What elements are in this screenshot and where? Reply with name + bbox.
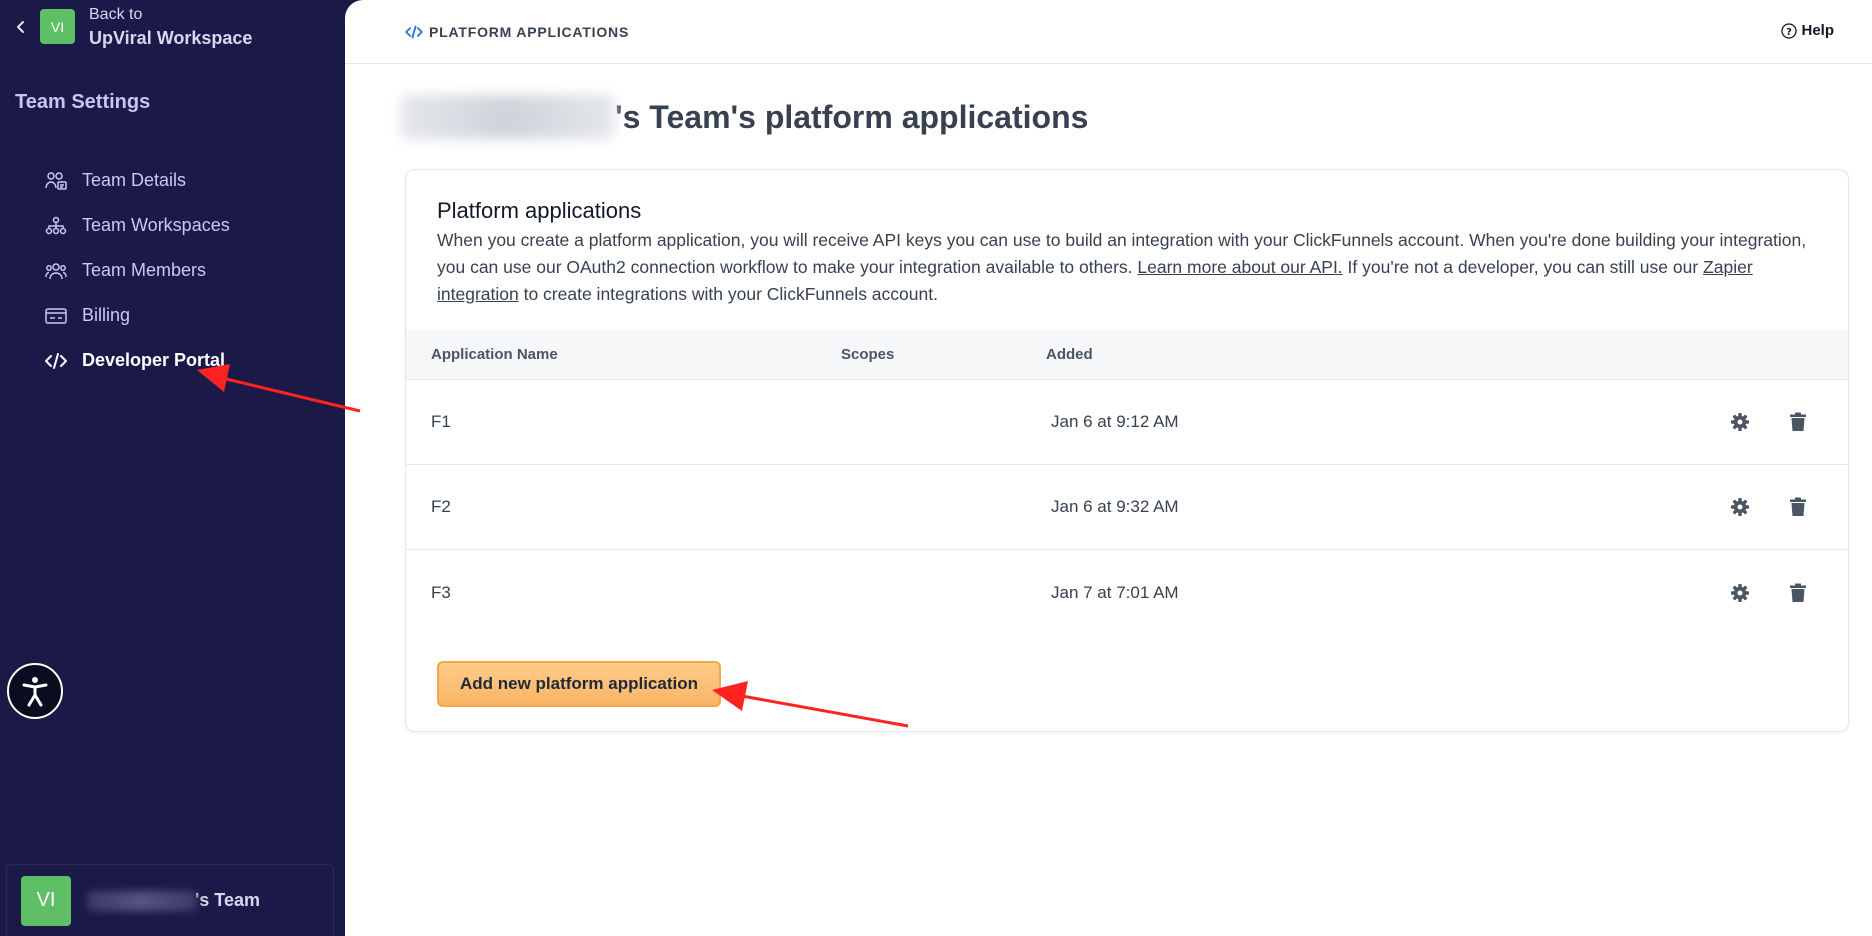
sidebar-title: Team Settings bbox=[15, 91, 151, 113]
trash-icon bbox=[1790, 497, 1806, 516]
column-header-scopes: Scopes bbox=[841, 346, 895, 363]
workspace-name: UpViral Workspace bbox=[89, 27, 253, 48]
code-icon bbox=[405, 25, 423, 39]
applications-table: Application Name Scopes Added F1 Jan 6 a… bbox=[406, 330, 1848, 635]
page-title: 's Team's platform applications bbox=[400, 95, 1088, 139]
accessibility-icon bbox=[22, 677, 48, 707]
card-description: When you create a platform application, … bbox=[437, 227, 1822, 308]
breadcrumb: PLATFORM APPLICATIONS bbox=[405, 24, 629, 40]
table-row: F1 Jan 6 at 9:12 AM bbox=[406, 380, 1848, 465]
question-circle-icon: ? bbox=[1781, 22, 1798, 39]
table-row: F2 Jan 6 at 9:32 AM bbox=[406, 465, 1848, 550]
help-label: Help bbox=[1801, 22, 1834, 39]
sidebar-item-team-details[interactable]: Team Details bbox=[44, 158, 230, 203]
redacted-team-name bbox=[400, 95, 615, 139]
sidebar-item-team-members[interactable]: Team Members bbox=[44, 248, 230, 293]
back-to-label: Back to bbox=[89, 6, 143, 23]
sidebar-item-billing[interactable]: Billing bbox=[44, 293, 230, 338]
team-details-icon bbox=[44, 169, 68, 193]
description-text: to create integrations with your ClickFu… bbox=[518, 284, 938, 304]
application-added: Jan 6 at 9:12 AM bbox=[1051, 412, 1179, 431]
code-icon bbox=[44, 349, 68, 373]
table-row: F3 Jan 7 at 7:01 AM bbox=[406, 550, 1848, 635]
card-title: Platform applications bbox=[437, 198, 642, 223]
page-title-suffix: 's Team's platform applications bbox=[615, 98, 1089, 135]
chevron-left-icon bbox=[10, 16, 32, 38]
top-bar: PLATFORM APPLICATIONS ? Help bbox=[345, 0, 1872, 64]
platform-applications-card: Platform applications When you create a … bbox=[405, 169, 1849, 732]
svg-text:?: ? bbox=[1787, 27, 1793, 38]
settings-button[interactable] bbox=[1728, 581, 1752, 605]
members-icon bbox=[44, 259, 68, 283]
sidebar-item-label: Team Members bbox=[82, 260, 207, 280]
description-text: If you're not a developer, you can still… bbox=[1342, 257, 1704, 277]
delete-button[interactable] bbox=[1786, 581, 1810, 605]
application-name: F3 bbox=[431, 582, 451, 602]
gear-icon bbox=[1731, 498, 1749, 516]
workspace-avatar: VI bbox=[40, 9, 75, 45]
billing-icon bbox=[44, 304, 68, 328]
team-name-suffix: 's Team bbox=[195, 890, 260, 910]
breadcrumb-label: PLATFORM APPLICATIONS bbox=[429, 24, 630, 40]
column-header-added: Added bbox=[1046, 346, 1093, 363]
trash-icon bbox=[1790, 583, 1806, 602]
application-name: F2 bbox=[431, 497, 451, 516]
application-name: F1 bbox=[431, 412, 451, 431]
sidebar-item-label: Team Details bbox=[82, 170, 187, 190]
delete-button[interactable] bbox=[1786, 410, 1810, 434]
add-new-platform-application-button[interactable]: Add new platform application bbox=[437, 661, 721, 707]
sidebar-item-label: Team Workspaces bbox=[82, 215, 230, 235]
sidebar-item-label: Billing bbox=[82, 305, 131, 325]
application-added: Jan 7 at 7:01 AM bbox=[1051, 582, 1179, 602]
sidebar-nav: Team Details Team Workspaces Team Member… bbox=[44, 158, 230, 383]
table-header: Application Name Scopes Added bbox=[406, 330, 1848, 380]
application-added: Jan 6 at 9:32 AM bbox=[1051, 497, 1179, 516]
sidebar-item-team-workspaces[interactable]: Team Workspaces bbox=[44, 203, 230, 248]
sidebar: VI Back to UpViral Workspace Team Settin… bbox=[0, 0, 345, 936]
sidebar-item-developer-portal[interactable]: Developer Portal bbox=[44, 338, 230, 383]
settings-button[interactable] bbox=[1728, 495, 1752, 519]
gear-icon bbox=[1731, 413, 1749, 431]
team-switcher[interactable]: VI 's Team bbox=[6, 864, 334, 936]
learn-more-api-link[interactable]: Learn more about our API. bbox=[1137, 257, 1342, 277]
trash-icon bbox=[1790, 412, 1806, 431]
redacted-team-name bbox=[87, 890, 197, 911]
sidebar-item-label: Developer Portal bbox=[82, 350, 226, 370]
accessibility-button[interactable] bbox=[7, 663, 63, 719]
column-header-application-name: Application Name bbox=[431, 346, 558, 363]
gear-icon bbox=[1731, 583, 1749, 602]
settings-button[interactable] bbox=[1728, 410, 1752, 434]
main-content: PLATFORM APPLICATIONS ? Help 's Team's p… bbox=[345, 0, 1872, 936]
back-to-workspace-link[interactable]: VI Back to UpViral Workspace bbox=[10, 4, 252, 50]
team-avatar: VI bbox=[21, 875, 71, 926]
help-link[interactable]: ? Help bbox=[1781, 22, 1834, 39]
delete-button[interactable] bbox=[1786, 495, 1810, 519]
workspaces-icon bbox=[44, 214, 68, 238]
